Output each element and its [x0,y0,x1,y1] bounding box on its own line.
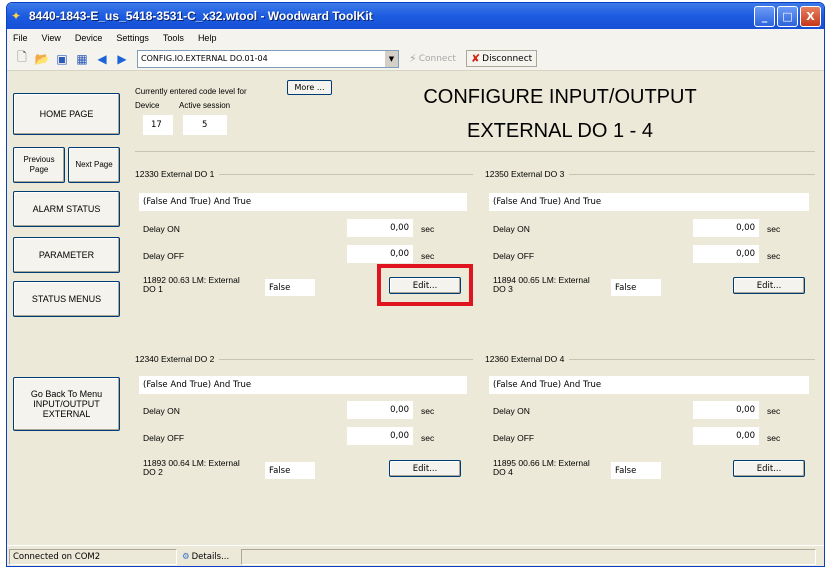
forward-arrow-icon[interactable]: ▶ [113,50,131,68]
disconnect-label: Disconnect [482,53,533,64]
page-address-combo[interactable]: CONFIG.IO.EXTERNAL DO.01-04 ▼ [137,49,399,68]
delay-off-value-do1[interactable]: 0,00 [347,245,413,263]
logic-expression-do3[interactable]: (False And True) And True [489,193,809,211]
delay-off-label-do2: Delay OFF [143,433,185,443]
page-title-line1: CONFIGURE INPUT/OUTPUT [423,86,697,108]
delay-on-value-do4[interactable]: 0,00 [693,401,759,419]
lm-label-do4: 11895 00.66 LM: External DO 4 [493,458,590,477]
main-panel: Currently entered code level for More ..… [125,71,824,545]
lm-label-do3: 11894 00.65 LM: External DO 3 [493,275,590,294]
delay-on-unit-do3: sec [767,224,781,234]
minimize-button[interactable]: _ [754,6,775,27]
save-icon[interactable]: ▣ [53,50,71,68]
group-label-do4: 12360 External DO 4 [485,354,570,364]
close-button[interactable]: X [800,6,821,27]
group-label-do3: 12350 External DO 3 [485,169,570,179]
delay-off-label-do3: Delay OFF [493,251,535,261]
delay-off-value-do2[interactable]: 0,00 [347,427,413,445]
header-divider [135,151,815,152]
title-bar: ✦ 8440-1843-E_us_5418-3531-C_x32.wtool -… [7,3,824,29]
details-icon: ⚙ [182,551,190,562]
edit-button-do2[interactable]: Edit... [389,460,461,477]
page-view-icon[interactable]: ▦ [73,50,91,68]
window-title: 8440-1843-E_us_5418-3531-C_x32.wtool - W… [29,9,373,23]
menu-view[interactable]: View [42,33,61,43]
menu-bar: File View Device Settings Tools Help [7,29,824,47]
logic-expression-do1[interactable]: (False And True) And True [139,193,467,211]
lm-value-do1: False [265,279,315,296]
delay-on-unit-do2: sec [421,406,435,416]
disconnect-button[interactable]: ✘ Disconnect [465,50,538,67]
edit-button-do4[interactable]: Edit... [733,460,805,477]
delay-off-label-do1: Delay OFF [143,251,185,261]
app-window: ✦ 8440-1843-E_us_5418-3531-C_x32.wtool -… [6,2,825,567]
active-session-label: Active session [179,101,231,110]
delay-off-value-do3[interactable]: 0,00 [693,245,759,263]
lm-value-do4: False [611,462,661,479]
sidebar: HOME PAGE Previous Page Next Page ALARM … [7,71,125,545]
delay-off-unit-do2: sec [421,433,435,443]
open-folder-icon[interactable]: 📂 [33,50,51,68]
woodward-app-icon: ✦ [11,9,22,23]
logic-expression-do4[interactable]: (False And True) And True [489,376,809,394]
delay-on-label-do2: Delay ON [143,406,180,416]
device-label: Device [135,101,160,110]
delay-off-label-do4: Delay OFF [493,433,535,443]
code-level-text: Currently entered code level for [135,87,247,96]
delay-on-unit-do1: sec [421,224,435,234]
group-label-do1: 12330 External DO 1 [135,169,220,179]
status-menus-button[interactable]: STATUS MENUS [13,281,120,317]
highlight-box [377,264,473,306]
delay-on-value-do1[interactable]: 0,00 [347,219,413,237]
alarm-status-button[interactable]: ALARM STATUS [13,191,120,227]
menu-tools[interactable]: Tools [163,33,184,43]
session-code-level: 5 [183,115,227,135]
connect-button[interactable]: ⚡ Connect [405,51,460,66]
delay-off-unit-do4: sec [767,433,781,443]
status-message-area [241,548,816,565]
delay-off-unit-do3: sec [767,251,781,261]
delay-on-label-do4: Delay ON [493,406,530,416]
page-title-line2: EXTERNAL DO 1 - 4 [467,120,653,142]
home-page-button[interactable]: HOME PAGE [13,93,120,135]
disconnect-icon: ✘ [470,52,481,65]
delay-on-unit-do4: sec [767,406,781,416]
more-button[interactable]: More ... [287,80,332,95]
connection-status: Connected on COM2 [9,548,177,565]
lm-value-do2: False [265,462,315,479]
back-arrow-icon[interactable]: ◀ [93,50,111,68]
delay-on-label-do1: Delay ON [143,224,180,234]
maximize-button[interactable]: □ [777,6,798,27]
group-label-do2: 12340 External DO 2 [135,354,220,364]
delay-off-value-do4[interactable]: 0,00 [693,427,759,445]
chevron-down-icon[interactable]: ▼ [385,50,398,67]
next-page-button[interactable]: Next Page [68,147,120,183]
device-code-level: 17 [143,115,173,135]
menu-help[interactable]: Help [198,33,217,43]
toolbar: 🗋 📂 ▣ ▦ ◀ ▶ CONFIG.IO.EXTERNAL DO.01-04 … [7,47,824,71]
details-button[interactable]: ⚙ Details... [179,549,239,565]
new-file-icon[interactable]: 🗋 [13,50,31,68]
edit-button-do3[interactable]: Edit... [733,277,805,294]
previous-page-button[interactable]: Previous Page [13,147,65,183]
status-bar: Connected on COM2 ⚙ Details... [7,545,824,566]
go-back-menu-button[interactable]: Go Back To Menu INPUT/OUTPUT EXTERNAL [13,377,120,431]
delay-on-value-do2[interactable]: 0,00 [347,401,413,419]
lm-label-do2: 11893 00.64 LM: External DO 2 [143,458,240,477]
connect-label: Connect [418,53,456,64]
delay-on-value-do3[interactable]: 0,00 [693,219,759,237]
menu-device[interactable]: Device [75,33,103,43]
parameter-button[interactable]: PARAMETER [13,237,120,273]
lm-value-do3: False [611,279,661,296]
logic-expression-do2[interactable]: (False And True) And True [139,376,467,394]
details-label: Details... [191,551,230,562]
delay-off-unit-do1: sec [421,251,435,261]
page-address-value: CONFIG.IO.EXTERNAL DO.01-04 [141,54,268,63]
lm-label-do1: 11892 00.63 LM: External DO 1 [143,275,240,294]
menu-file[interactable]: File [13,33,28,43]
menu-settings[interactable]: Settings [116,33,149,43]
delay-on-label-do3: Delay ON [493,224,530,234]
connect-icon: ⚡ [409,52,417,65]
